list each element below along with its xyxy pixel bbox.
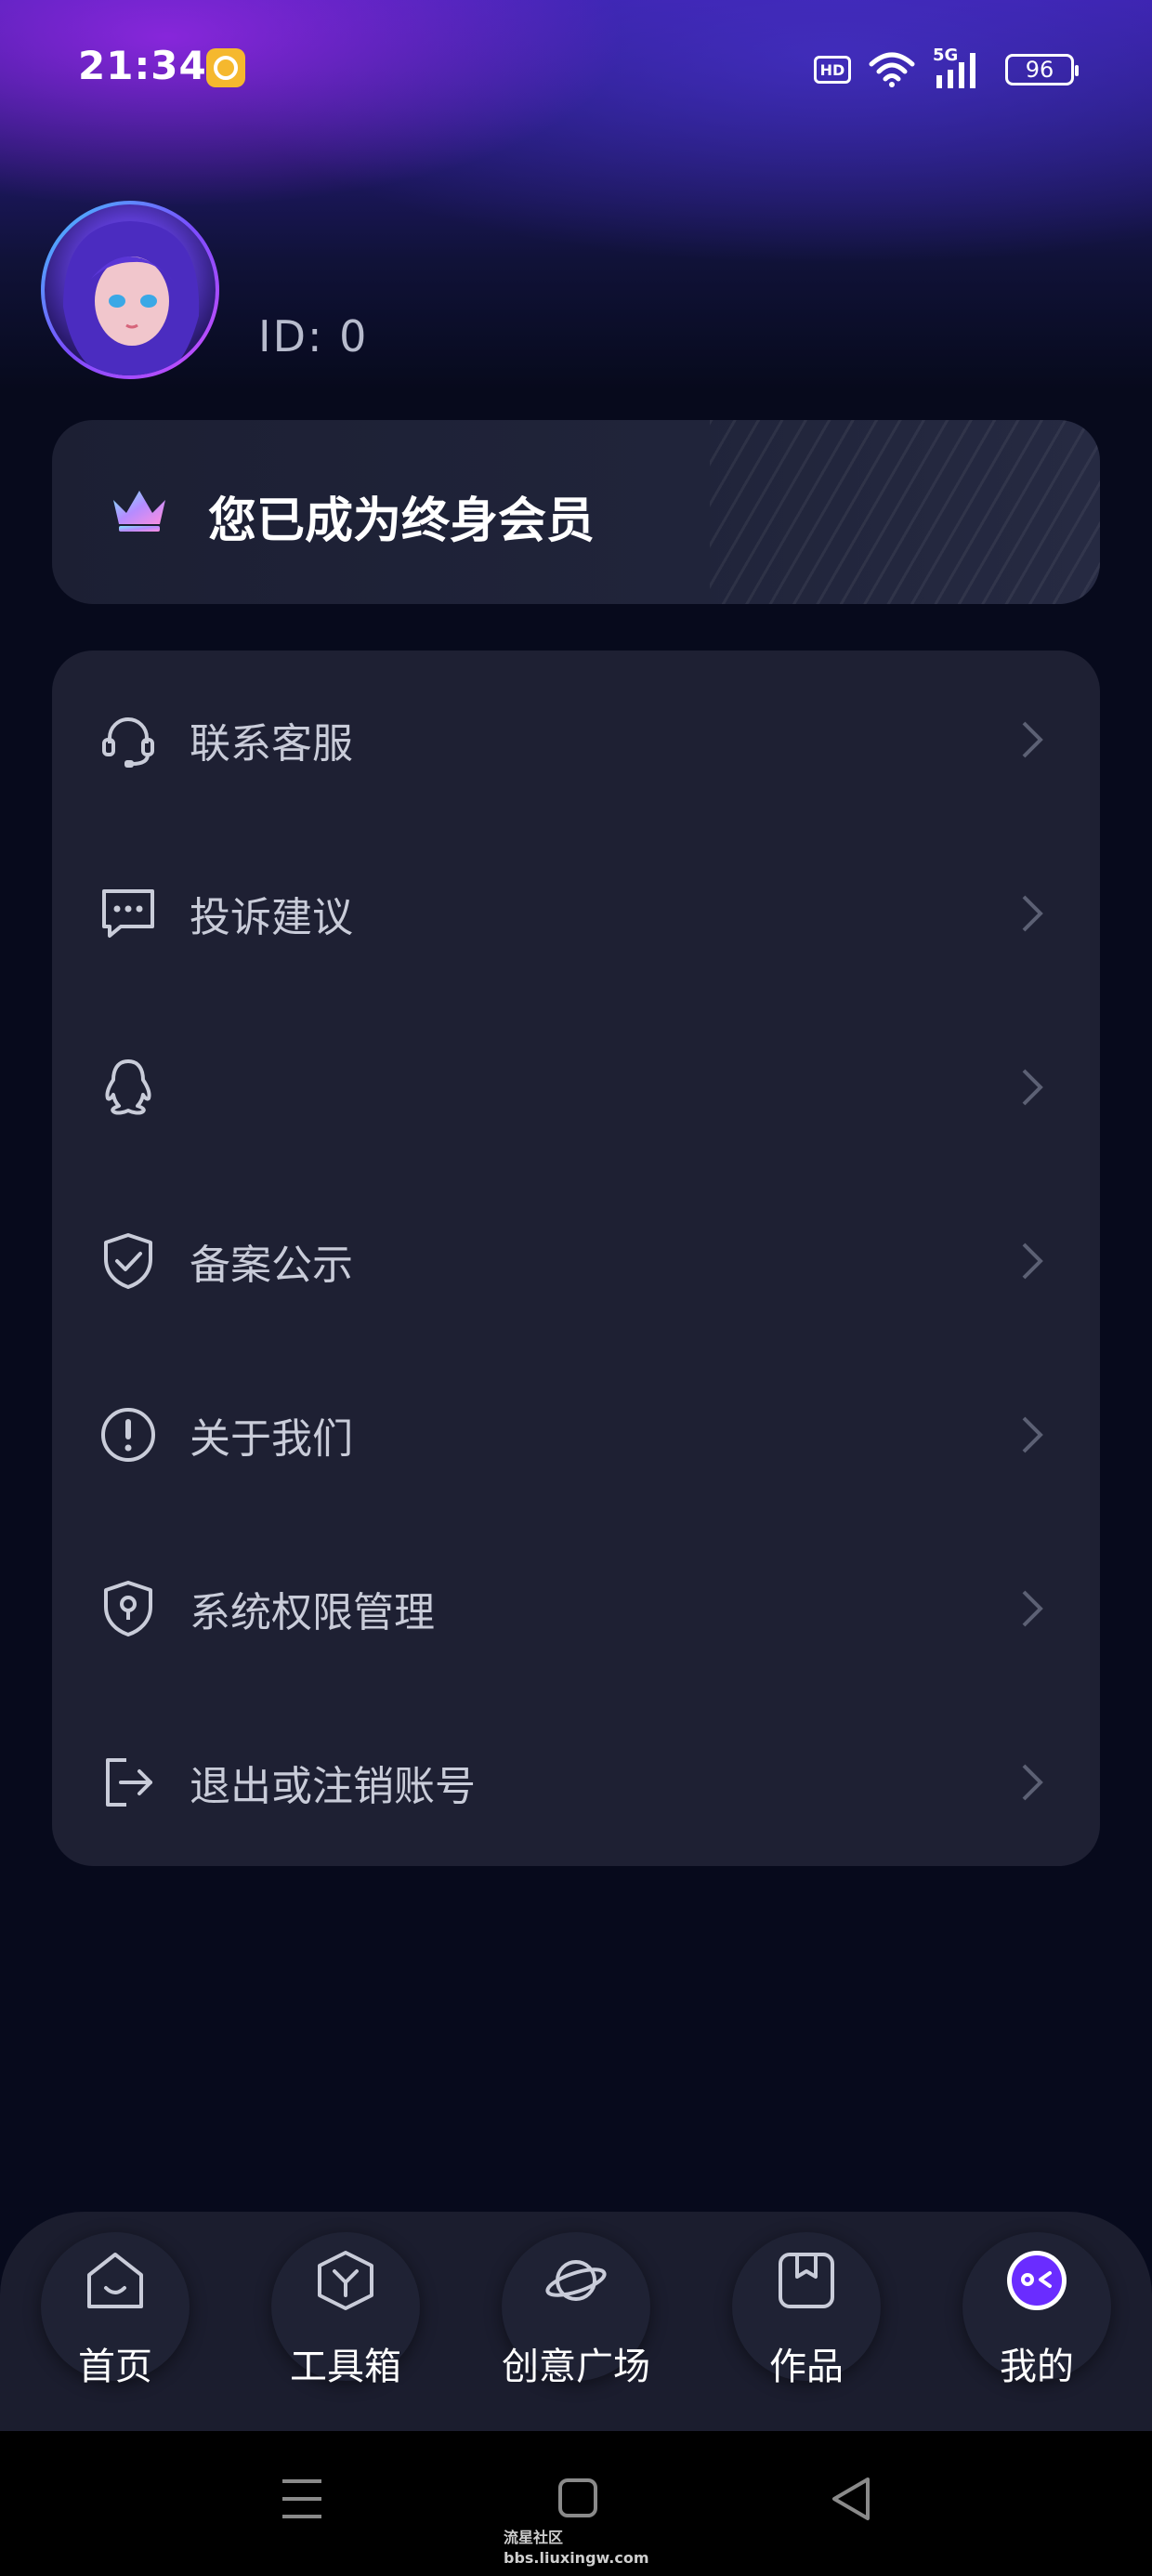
avatar-image [45, 204, 216, 375]
nav-tab-label: 工具箱 [290, 2346, 401, 2388]
menu-item-logout[interactable]: 退出或注销账号 [52, 1713, 1100, 1852]
menu-item-label: 投诉建议 [190, 894, 353, 941]
menu-item-filing-info[interactable]: 备案公示 [52, 1191, 1100, 1331]
headset-icon [102, 717, 154, 768]
nav-tab-label: 首页 [78, 2346, 152, 2388]
chevron-right-icon [1022, 1242, 1043, 1280]
settings-menu: 联系客服 投诉建议 备案公示 关于我们 系统权限管理 退出或注销账号 [52, 651, 1100, 1866]
watermark-line: bbs.liuxingw.com [504, 2549, 649, 2567]
menu-item-label: 联系客服 [190, 720, 353, 768]
chevron-right-icon [1022, 721, 1043, 758]
menu-icon[interactable] [281, 2476, 323, 2522]
hd-icon: HD [814, 56, 851, 84]
profile-face-icon [1007, 2251, 1067, 2310]
qq-penguin-icon [105, 1059, 151, 1115]
shield-lock-icon [104, 1581, 152, 1636]
logout-icon [106, 1758, 152, 1807]
signal-icon: 5G [933, 46, 988, 90]
vip-status-text: 您已成为终身会员 [208, 493, 596, 549]
nav-tab-label: 作品 [769, 2346, 844, 2388]
nav-tab-creative-square[interactable]: 创意广场 [483, 2212, 669, 2431]
bottom-navigation: 首页 工具箱 创意广场 作品 我的 [0, 2212, 1152, 2431]
crown-icon [113, 491, 165, 532]
menu-item-customer-service[interactable]: 联系客服 [52, 670, 1100, 809]
nav-tab-label: 我的 [1000, 2346, 1074, 2388]
menu-item-label: 备案公示 [190, 1242, 353, 1289]
menu-item-qq[interactable] [52, 1018, 1100, 1157]
watermark: 流星社区 bbs.liuxingw.com [504, 2528, 649, 2569]
exclamation-circle-icon [101, 1408, 155, 1462]
menu-item-label: 退出或注销账号 [190, 1763, 476, 1810]
wifi-icon [869, 52, 915, 87]
menu-item-label: 关于我们 [190, 1415, 353, 1463]
shield-check-icon [104, 1233, 152, 1289]
menu-item-about-us[interactable]: 关于我们 [52, 1365, 1100, 1505]
planet-icon [545, 2260, 607, 2301]
watermark-line: 流星社区 [504, 2529, 564, 2546]
status-time: 21:34 [78, 43, 207, 88]
notification-app-icon [206, 48, 245, 87]
chevron-right-icon [1022, 895, 1043, 932]
battery-indicator: 96 [1005, 54, 1079, 85]
vip-card-decoration [710, 420, 1100, 604]
menu-item-feedback[interactable]: 投诉建议 [52, 844, 1100, 983]
home-button-icon[interactable] [557, 2476, 598, 2522]
vip-membership-card[interactable]: 您已成为终身会员 [52, 420, 1100, 604]
user-id: ID: 0 [258, 311, 369, 361]
nav-tab-label: 创意广场 [502, 2346, 650, 2388]
message-dots-icon [102, 889, 154, 938]
chevron-right-icon [1022, 1069, 1043, 1106]
chevron-right-icon [1022, 1590, 1043, 1627]
chevron-right-icon [1022, 1416, 1043, 1453]
bookmark-box-icon [779, 2253, 834, 2308]
avatar[interactable] [41, 201, 219, 379]
nav-tab-works[interactable]: 作品 [713, 2212, 899, 2431]
toolbox-icon [318, 2251, 373, 2310]
home-icon [87, 2253, 143, 2308]
menu-item-label: 系统权限管理 [190, 1589, 435, 1636]
nav-tab-toolbox[interactable]: 工具箱 [253, 2212, 439, 2431]
status-bar: 21:34 HD 5G 96 [0, 0, 1152, 139]
nav-tab-home[interactable]: 首页 [22, 2212, 208, 2431]
menu-item-permissions[interactable]: 系统权限管理 [52, 1539, 1100, 1678]
chevron-right-icon [1022, 1764, 1043, 1801]
nav-tab-mine[interactable]: 我的 [944, 2212, 1130, 2431]
back-icon[interactable] [831, 2476, 871, 2522]
